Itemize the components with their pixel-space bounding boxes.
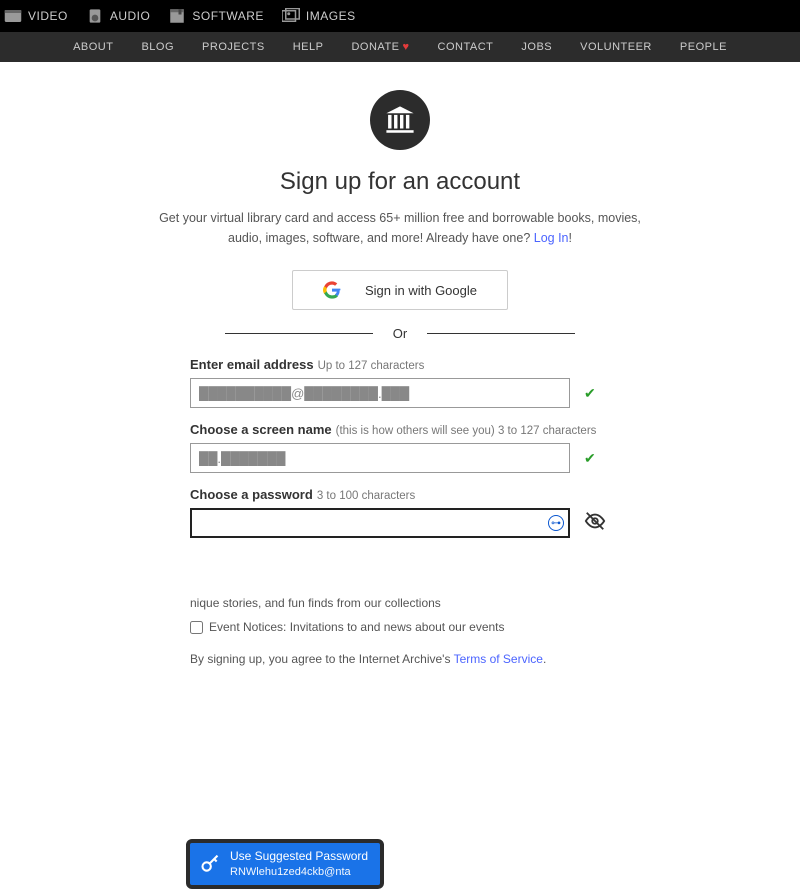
check-icon: ✔ [584,385,596,402]
secondary-nav: ABOUT BLOG PROJECTS HELP DONATE♥ CONTACT… [0,32,800,62]
page-title: Sign up for an account [130,168,670,196]
topbar-label: VIDEO [28,9,68,23]
suggest-value: RNWlehu1zed4ckb@nta [230,865,368,879]
screenname-input[interactable] [190,443,570,473]
nav-projects[interactable]: PROJECTS [202,41,265,53]
password-input[interactable] [190,508,570,538]
top-media-bar: VIDEO AUDIO SOFTWARE IMAGES [0,0,800,32]
topbar-item-video[interactable]: VIDEO [4,7,68,25]
google-icon [323,281,341,299]
announcements-text-tail: nique stories, and fun finds from our co… [190,596,610,610]
nav-people[interactable]: PEOPLE [680,41,727,53]
topbar-label: AUDIO [110,9,151,23]
nav-blog[interactable]: BLOG [141,41,174,53]
google-signin-button[interactable]: Sign in with Google [292,270,508,310]
password-label: Choose a password3 to 100 characters [190,487,610,502]
toggle-password-visibility[interactable] [584,510,606,537]
audio-icon [86,7,104,25]
topbar-item-images[interactable]: IMAGES [282,7,356,25]
images-icon [282,7,300,25]
topbar-label: IMAGES [306,9,356,23]
check-icon: ✔ [584,450,596,467]
google-button-label: Sign in with Google [365,283,477,298]
suggest-title: Use Suggested Password [230,849,368,865]
nav-volunteer[interactable]: VOLUNTEER [580,41,652,53]
video-icon [4,7,22,25]
or-divider: Or [205,326,595,341]
use-suggested-password[interactable]: Use Suggested Password RNWlehu1zed4ckb@n… [186,839,384,889]
topbar-item-software[interactable]: SOFTWARE [168,7,264,25]
event-notices-row[interactable]: Event Notices: Invitations to and news a… [190,620,610,634]
nav-help[interactable]: HELP [293,41,324,53]
tos-link[interactable]: Terms of Service [454,652,543,666]
signup-form: Enter email addressUp to 127 characters … [190,357,610,666]
nav-contact[interactable]: CONTACT [438,41,494,53]
heart-icon: ♥ [403,41,410,53]
nav-jobs[interactable]: JOBS [521,41,552,53]
screenname-label: Choose a screen name(this is how others … [190,422,610,437]
email-label: Enter email addressUp to 127 characters [190,357,610,372]
login-link[interactable]: Log In [534,231,569,245]
nav-donate[interactable]: DONATE♥ [351,41,409,53]
software-icon [168,7,186,25]
event-notices-checkbox[interactable] [190,621,203,634]
email-input[interactable] [190,378,570,408]
topbar-item-audio[interactable]: AUDIO [86,7,151,25]
nav-about[interactable]: ABOUT [73,41,113,53]
key-icon [198,852,222,876]
tos-text: By signing up, you agree to the Internet… [190,652,610,666]
topbar-label: SOFTWARE [192,9,264,23]
archive-logo [370,90,430,150]
page-subtitle: Get your virtual library card and access… [150,208,650,248]
